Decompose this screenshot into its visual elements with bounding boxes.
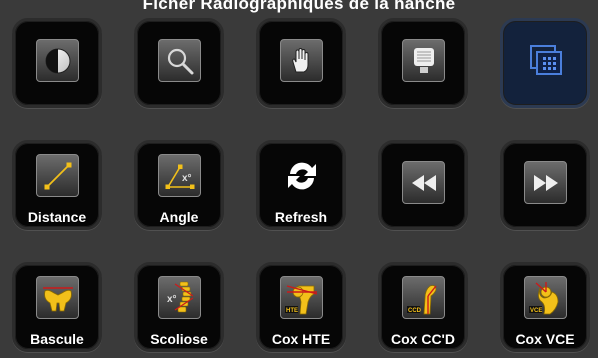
distance-ruler-icon — [36, 154, 79, 197]
cox-vce-button[interactable]: VCE Cox VCE — [500, 262, 590, 352]
distance-label: Distance — [27, 209, 87, 225]
fast-forward-icon — [524, 161, 567, 204]
tool-grid: Distance x° Angle Refresh Bascule x° Sco… — [12, 18, 592, 358]
contrast-icon — [36, 39, 79, 82]
hip-ccd-icon: CCD — [402, 276, 445, 319]
spine-icon: x° — [158, 276, 201, 319]
svg-text:x°: x° — [182, 173, 192, 184]
distance-button[interactable]: Distance — [12, 140, 102, 230]
refresh-button[interactable]: Refresh — [256, 140, 346, 230]
cox-hte-label: Cox HTE — [271, 331, 331, 347]
scoliose-button[interactable]: x° Scoliose — [134, 262, 224, 352]
pan-button[interactable] — [256, 18, 346, 108]
bascule-label: Bascule — [30, 331, 84, 347]
cox-hte-button[interactable]: HTE Cox HTE — [256, 262, 346, 352]
hip-vce-icon: VCE — [524, 276, 567, 319]
hand-pan-icon — [280, 39, 323, 82]
refresh-label: Refresh — [274, 209, 328, 225]
rewind-button[interactable] — [378, 140, 468, 230]
angle-label: Angle — [159, 209, 199, 225]
svg-text:HTE: HTE — [286, 308, 298, 314]
refresh-icon — [280, 154, 323, 197]
cox-vce-label: Cox VCE — [515, 331, 575, 347]
zoom-button[interactable] — [134, 18, 224, 108]
angle-measure-icon: x° — [158, 154, 201, 197]
window-level-icon — [402, 39, 445, 82]
contrast-button[interactable] — [12, 18, 102, 108]
bascule-button[interactable]: Bascule — [12, 262, 102, 352]
angle-button[interactable]: x° Angle — [134, 140, 224, 230]
magnifier-icon — [158, 39, 201, 82]
svg-text:x°: x° — [167, 294, 177, 305]
cox-ccd-label: Cox CC'D — [391, 331, 455, 347]
pelvis-icon — [36, 276, 79, 319]
scoliose-label: Scoliose — [150, 331, 208, 347]
hip-hte-icon: HTE — [280, 276, 323, 319]
rewind-icon — [402, 161, 445, 204]
cox-ccd-button[interactable]: CCD Cox CC'D — [378, 262, 468, 352]
multi-window-grid-icon — [524, 39, 567, 82]
window-level-button[interactable] — [378, 18, 468, 108]
svg-text:CCD: CCD — [408, 308, 422, 314]
svg-text:VCE: VCE — [530, 308, 542, 314]
multi-window-button[interactable] — [500, 18, 590, 108]
fast-forward-button[interactable] — [500, 140, 590, 230]
page-title: Ficher Radiographiques de la hanche — [142, 0, 456, 13]
